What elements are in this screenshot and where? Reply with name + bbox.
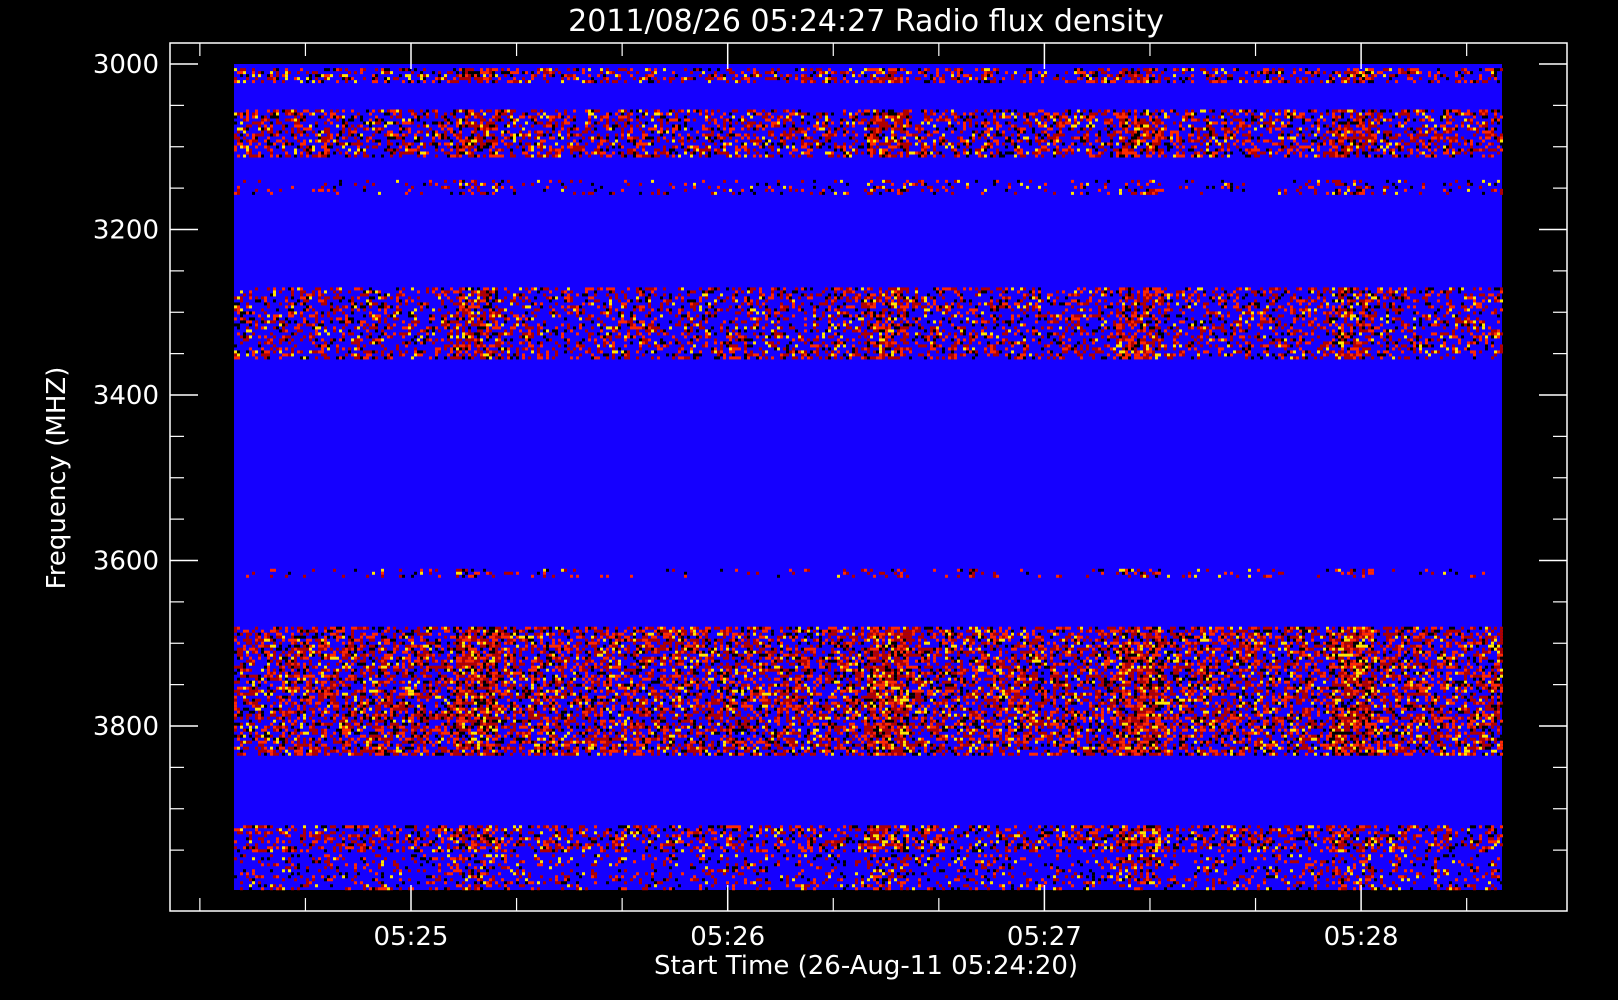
x-tick-label: 05:26 bbox=[690, 922, 765, 952]
y-tick-label: 3200 bbox=[93, 216, 159, 246]
y-tick-label: 3000 bbox=[93, 50, 159, 80]
spectrogram-chart: 2011/08/26 05:24:27 Radio flux density 0… bbox=[0, 0, 1618, 1000]
y-tick-label: 3800 bbox=[93, 712, 159, 742]
y-tick-label: 3400 bbox=[93, 381, 159, 411]
x-tick-label: 05:28 bbox=[1324, 922, 1399, 952]
x-tick-label: 05:25 bbox=[374, 922, 449, 952]
chart-title: 2011/08/26 05:24:27 Radio flux density bbox=[568, 4, 1164, 39]
y-tick-label: 3600 bbox=[93, 547, 159, 577]
heatmap-area bbox=[234, 64, 1503, 891]
x-tick-label: 05:27 bbox=[1007, 922, 1082, 952]
x-axis-label: Start Time (26-Aug-11 05:24:20) bbox=[654, 951, 1078, 981]
y-axis-label: Frequency (MHZ) bbox=[42, 367, 72, 590]
